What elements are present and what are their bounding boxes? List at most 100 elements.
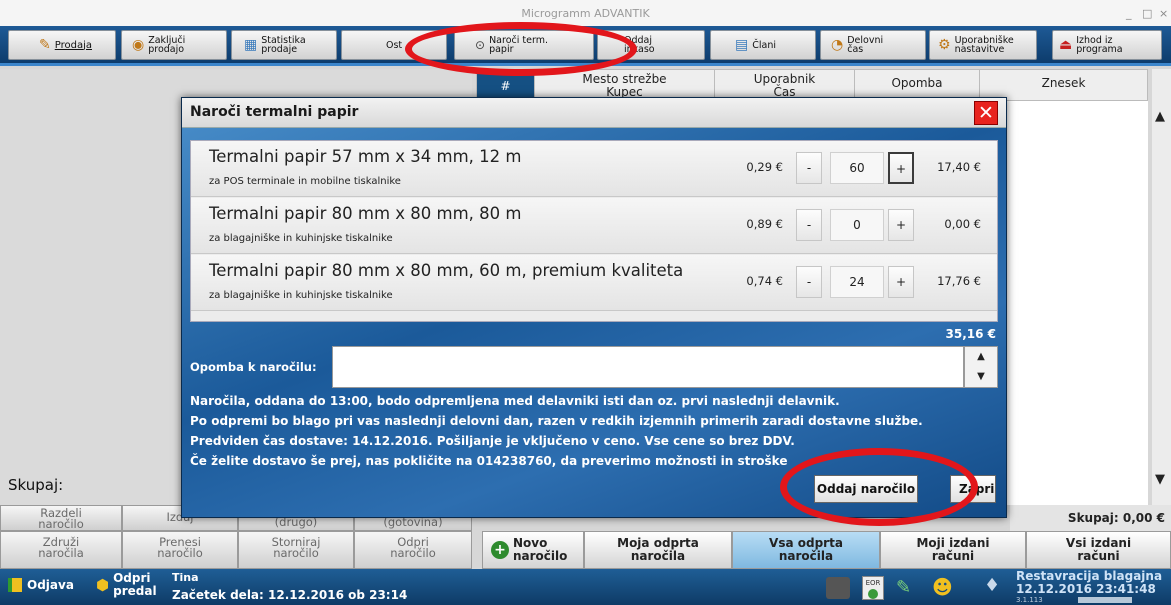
vsi-izdani-button[interactable]: Vsi izdani računi xyxy=(1026,531,1171,569)
paper-item-1: Termalni papir 57 mm x 34 mm, 12 m za PO… xyxy=(191,141,997,197)
skupaj-label: Skupaj: xyxy=(8,476,64,494)
delovni-label-2: čas xyxy=(847,44,864,55)
minimize-button[interactable]: _ xyxy=(1126,0,1132,28)
note-scroll-down-icon[interactable]: ▼ xyxy=(965,367,997,387)
sum-total: Skupaj: 0,00 € xyxy=(1010,505,1171,531)
paper-items-list: Termalni papir 57 mm x 34 mm, 12 m za PO… xyxy=(190,140,998,322)
novo-narocilo-button[interactable]: + Novo naročilo xyxy=(482,531,584,569)
vsa-label-2: naročila xyxy=(778,549,834,563)
moja-label-2: naročila xyxy=(630,549,686,563)
moja-label-1: Moja odprta xyxy=(617,536,699,550)
eor-icon[interactable]: EOR xyxy=(862,576,884,600)
odpri-predal-button[interactable]: ⬢ Odpri predal xyxy=(96,572,157,598)
item-price: 0,74 € xyxy=(746,274,783,288)
close-window-button[interactable]: × xyxy=(1159,0,1168,28)
increase-qty-button[interactable]: + xyxy=(888,152,914,184)
info-line-1: Naročila, oddana do 13:00, bodo odpremlj… xyxy=(190,394,840,408)
increase-qty-button[interactable]: + xyxy=(888,266,914,298)
logout-icon xyxy=(8,578,22,592)
settings-icon: ⚙ xyxy=(938,37,951,53)
col-mesto[interactable]: Mesto strežbe Kupec xyxy=(535,70,715,100)
statistika-label-2: prodaje xyxy=(261,44,298,55)
order-note-input[interactable] xyxy=(332,346,964,388)
delovni-cas-button[interactable]: ◔ Delovni čas xyxy=(820,30,926,60)
col-opomba[interactable]: Opomba xyxy=(855,70,980,100)
info-line-4: Če želite dostavo še prej, nas pokličite… xyxy=(190,454,788,468)
quantity-input[interactable]: 60 xyxy=(830,152,884,184)
odjava-button[interactable]: Odjava xyxy=(8,578,74,592)
item-total: 17,76 € xyxy=(937,274,981,288)
novo-label-1: Novo xyxy=(513,536,548,550)
mojiizd-label-1: Moji izdani xyxy=(916,536,990,550)
decrease-qty-button[interactable]: - xyxy=(796,152,822,184)
izhod-button[interactable]: ⏏ Izhod iz programa xyxy=(1052,30,1162,60)
increase-qty-button[interactable]: + xyxy=(888,209,914,241)
prenesi-narocilo-button[interactable]: Prenesi naročilo xyxy=(122,531,238,569)
submit-order-button[interactable]: Oddaj naročilo xyxy=(814,475,918,503)
close-dialog-button[interactable]: Zapri xyxy=(950,475,996,503)
col-uporabnik-label-1: Uporabnik xyxy=(753,72,816,86)
window-titlebar: Microgramm ADVANTIK _ □ × xyxy=(0,0,1171,26)
scroll-down-icon[interactable]: ▼ xyxy=(1155,472,1165,487)
decrease-qty-button[interactable]: - xyxy=(796,209,822,241)
current-datetime: 12.12.2016 23:41:48 xyxy=(1016,582,1156,596)
grand-total: 35,16 € xyxy=(945,327,996,341)
company-name: Restavracija blagajna xyxy=(1016,569,1163,583)
item-desc: za blagajniške in kuhinjske tiskalnike xyxy=(209,233,393,244)
zdruzi-label-2: naročila xyxy=(38,546,84,560)
scroll-up-icon[interactable]: ▲ xyxy=(1155,109,1165,124)
zakljuci-prodajo-button[interactable]: ◉ Zaključi prodajo xyxy=(121,30,227,60)
clock-icon: ◔ xyxy=(831,37,844,53)
oddaj-inkaso-button[interactable]: Oddaj inkaso xyxy=(597,30,705,60)
dialog-close-button[interactable]: ✕ xyxy=(974,101,998,125)
order-paper-dialog: Naroči termalni papir ✕ Termalni papir 5… xyxy=(181,97,1007,518)
decrease-qty-button[interactable]: - xyxy=(796,266,822,298)
col-mesto-label-1: Mesto strežbe xyxy=(582,72,667,86)
plus-circle-icon: + xyxy=(491,541,509,559)
storniraj-narocilo-button[interactable]: Storniraj naročilo xyxy=(238,531,354,569)
lightbulb-icon[interactable]: ♦ xyxy=(984,575,1000,596)
prodaja-button[interactable]: ✎ Prodaja xyxy=(8,30,116,60)
vsa-odprta-button[interactable]: Vsa odprta naročila xyxy=(732,531,880,569)
item-price: 0,89 € xyxy=(746,217,783,231)
vsiizd-label-2: računi xyxy=(1077,549,1120,563)
item-desc: za POS terminale in mobilne tiskalnike xyxy=(209,176,401,187)
item-desc: za blagajniške in kuhinjske tiskalnike xyxy=(209,290,393,301)
quantity-input[interactable]: 0 xyxy=(830,209,884,241)
note-label: Opomba k naročilu: xyxy=(190,360,317,374)
clani-button[interactable]: ▤ Člani xyxy=(710,30,816,60)
razdeli-label-2: naročilo xyxy=(38,517,84,531)
izhod-label-2: programa xyxy=(1076,44,1123,55)
item-name: Termalni papir 80 mm x 80 mm, 60 m, prem… xyxy=(209,261,684,280)
odpri-label-2: naročilo xyxy=(390,546,436,560)
statistika-button[interactable]: ▦ Statistika prodaje xyxy=(231,30,337,60)
orders-scrollbar[interactable]: ▲ ▼ xyxy=(1152,69,1171,505)
clani-label: Člani xyxy=(752,39,776,51)
odpri-predal-label-1: Odpri xyxy=(113,571,151,585)
naroci-label-2: papir xyxy=(489,44,514,55)
ostalo-button[interactable]: Ost xyxy=(341,30,447,60)
moji-izdani-button[interactable]: Moji izdani računi xyxy=(880,531,1026,569)
odpri-narocilo-button[interactable]: Odpri naročilo xyxy=(354,531,472,569)
note-scroll[interactable]: ▲ ▼ xyxy=(964,346,998,388)
razdeli-narocilo-button[interactable]: Razdeli naročilo xyxy=(0,505,122,531)
tools-icon[interactable]: ✎ xyxy=(896,577,911,598)
zdruzi-narocila-button[interactable]: Združi naročila xyxy=(0,531,122,569)
naroci-papir-button[interactable]: ⊙ Naroči term. papir xyxy=(454,30,594,60)
col-znesek[interactable]: Znesek xyxy=(980,70,1147,100)
note-scroll-up-icon[interactable]: ▲ xyxy=(965,347,997,367)
eor-label: EOR xyxy=(865,579,881,587)
odjava-label: Odjava xyxy=(27,578,74,592)
moja-odprta-button[interactable]: Moja odprta naročila xyxy=(584,531,732,569)
user-icon[interactable]: ☻ xyxy=(932,575,953,599)
maximize-button[interactable]: □ xyxy=(1142,0,1152,28)
quantity-input[interactable]: 24 xyxy=(830,266,884,298)
close-x-icon: ✕ xyxy=(978,102,994,124)
shift-start: Začetek dela: 12.12.2016 ob 23:14 xyxy=(172,588,408,602)
uporabniske-nastavitve-button[interactable]: ⚙ Uporabniške nastavitve xyxy=(929,30,1037,60)
printer-icon[interactable] xyxy=(826,577,850,599)
sale-icon: ✎ xyxy=(39,37,51,53)
col-hash[interactable]: # xyxy=(477,70,535,100)
col-uporabnik[interactable]: Uporabnik Čas xyxy=(715,70,855,100)
dialog-title: Naroči termalni papir xyxy=(190,104,359,120)
